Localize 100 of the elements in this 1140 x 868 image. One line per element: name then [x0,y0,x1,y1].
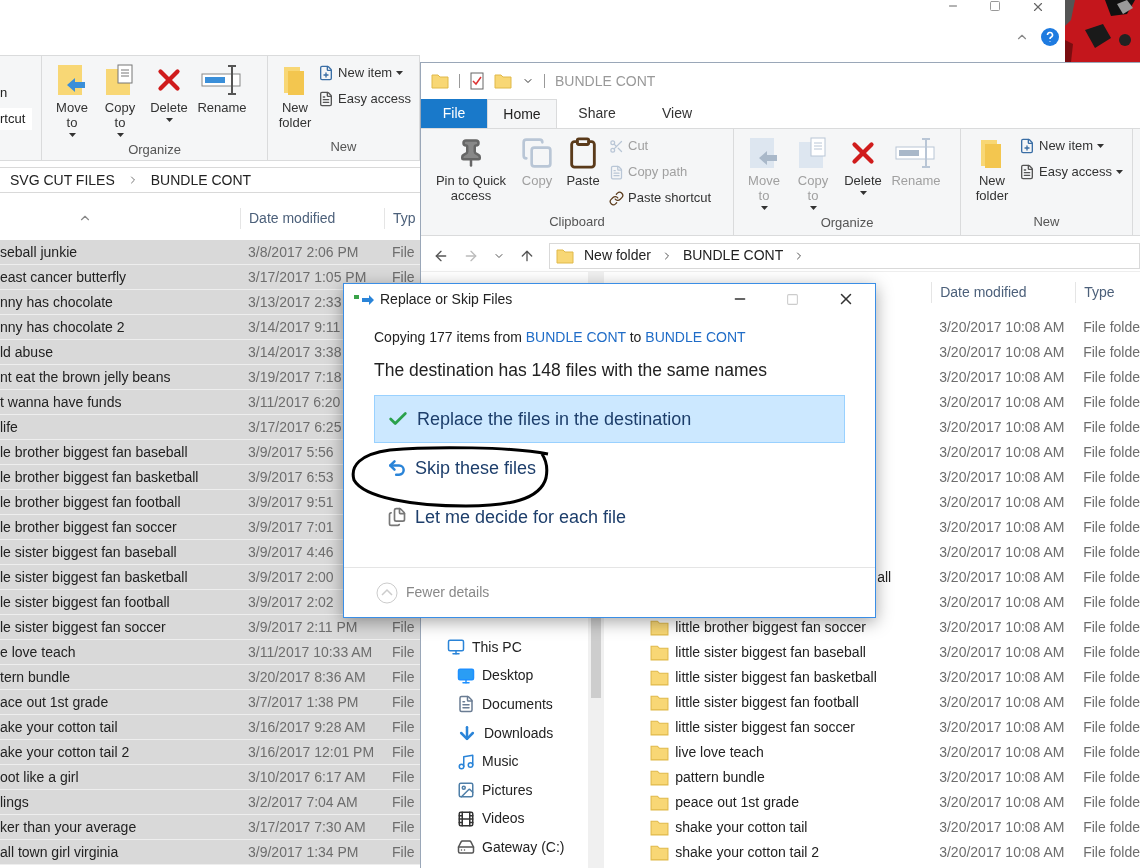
type-cell-text: File [391,242,415,262]
type-cell-text: File folde [1082,593,1140,612]
file-name: lings [0,792,30,812]
group-label: Clipboard [548,212,606,231]
file-name: ld abuse [0,342,54,362]
type-cell-text: File folde [1082,393,1140,412]
type-cell-text: File [391,642,415,662]
date-cell-text: 3/20/2017 10:08 AM [938,493,1066,512]
file-name: life [0,417,19,437]
date-cell-text: 3/20/2017 10:08 AM [938,368,1066,387]
type-cell-text: File [391,267,415,287]
file-name: ace out 1st grade [0,692,110,712]
date-cell: 3/9/2017 2:11 PM [248,618,358,635]
date-cell: 3/14/2017 3:38 [248,343,342,360]
date-cell-text: 3/20/2017 10:08 AM [938,593,1066,612]
date-cell: 3/7/2017 1:38 PM [248,693,359,710]
file-name: tern bundle [0,667,72,687]
date-cell: 3/11/2017 6:20 [248,393,341,410]
file-name: peace out 1st grade [675,793,799,812]
file-name: little sister biggest fan soccer [675,718,855,737]
file-name: all town girl virginia [0,842,120,862]
window-title: BUNDLE CONT [555,71,656,91]
date-cell: 3/17/2017 1:05 PM [248,268,367,285]
date-cell-text: 3/20/2017 10:08 AM [938,518,1066,537]
type-cell-text: File folde [1082,793,1140,812]
date-cell-text: 3/20/2017 10:08 AM [938,768,1066,787]
type-cell-text: File [391,817,415,837]
date-cell-text: 3/20/2017 10:08 AM [938,793,1066,812]
file-name: shake your cotton tail [675,818,808,837]
group-label: Organize [127,141,182,159]
type-cell-text: File folde [1082,643,1140,662]
type-cell-text: File folde [1082,843,1140,862]
date-cell: 3/9/2017 1:34 PM [248,843,359,860]
file-name: live love teach [675,743,764,762]
type-cell-text: File [391,717,415,737]
date-cell: 3/8/2017 2:06 PM [248,243,359,260]
date-cell-text: 3/20/2017 10:08 AM [938,343,1066,362]
file-name: seball junkie [0,242,79,262]
file-name: ake your cotton tail [0,717,119,737]
date-cell: 3/9/2017 7:01 [248,518,334,535]
type-cell-text: File folde [1082,693,1140,712]
file-name: nny has chocolate [0,292,114,312]
type-cell-text: File folde [1082,318,1140,337]
type-cell-text: File folde [1082,718,1140,737]
type-cell-text: File folde [1082,343,1140,362]
date-cell-text: 3/20/2017 10:08 AM [938,418,1066,437]
date-cell: 3/2/2017 7:04 AM [248,793,358,810]
date-cell-text: 3/20/2017 10:08 AM [938,468,1066,487]
file-name: le sister biggest fan soccer [0,617,167,637]
type-cell-text: File folde [1082,518,1140,537]
file-name: le brother biggest fan baseball [0,442,189,462]
file-name: little sister biggest fan basketball [675,668,877,687]
date-cell-text: 3/20/2017 10:08 AM [938,643,1066,662]
file-name: east cancer butterfly [0,267,128,287]
file-name: le sister biggest fan baseball [0,542,178,562]
file-name: le sister biggest fan basketball [0,567,189,587]
date-cell: 3/11/2017 10:33 AM [248,643,373,660]
date-cell-text: 3/20/2017 10:08 AM [938,668,1066,687]
group-label: New [329,137,358,156]
date-cell: 3/9/2017 4:46 [248,543,334,560]
file-name: t wanna have funds [0,392,123,412]
type-cell-text: File [391,767,415,787]
type-cell-text: File folde [1082,543,1140,562]
date-cell-text: 3/20/2017 10:08 AM [938,618,1066,637]
date-cell-text: 3/20/2017 10:08 AM [938,318,1066,337]
file-name: pattern bundle [675,768,765,787]
type-cell-text: File folde [1082,618,1140,637]
type-cell-text: File folde [1082,743,1140,762]
date-cell-text: 3/20/2017 10:08 AM [938,443,1066,462]
type-cell-text: File folde [1082,468,1140,487]
file-name: e love teach [0,642,77,662]
date-cell-text: 3/20/2017 10:08 AM [938,543,1066,562]
date-cell-text: 3/20/2017 10:08 AM [938,843,1066,862]
type-cell-text: File [391,792,415,812]
date-cell: 3/9/2017 2:00 [248,568,334,585]
date-cell: 3/17/2017 6:25 [248,418,342,435]
type-cell-text: File folde [1082,768,1140,787]
date-cell: 3/17/2017 7:30 AM [248,818,366,835]
file-name: le sister biggest fan football [0,592,171,612]
date-cell-text: 3/20/2017 10:08 AM [938,718,1066,737]
date-cell-text: 3/20/2017 10:08 AM [938,393,1066,412]
date-cell: 3/9/2017 9:51 [248,493,334,510]
date-cell-text: 3/20/2017 10:08 AM [938,743,1066,762]
file-name: little sister biggest fan baseball [675,643,866,662]
group-label: Organize [819,214,875,232]
type-cell-text: File folde [1082,568,1140,587]
ribbon-label: n [0,84,8,102]
date-cell: 3/14/2017 9:11 [248,318,341,335]
type-cell-text: File folde [1082,443,1140,462]
type-cell-text: File folde [1082,418,1140,437]
type-cell-text: File [391,617,415,637]
type-cell-text: File folde [1082,368,1140,387]
date-cell-text: 3/20/2017 10:08 AM [938,693,1066,712]
date-cell: 3/20/2017 8:36 AM [248,668,366,685]
date-cell: 3/10/2017 6:17 AM [248,768,366,785]
date-cell: 3/13/2017 2:33 [248,293,342,310]
date-cell: 3/9/2017 6:53 [248,468,334,485]
file-name: ake your cotton tail 2 [0,742,131,762]
date-cell-text: 3/20/2017 10:08 AM [938,818,1066,837]
type-cell-text: File folde [1082,493,1140,512]
